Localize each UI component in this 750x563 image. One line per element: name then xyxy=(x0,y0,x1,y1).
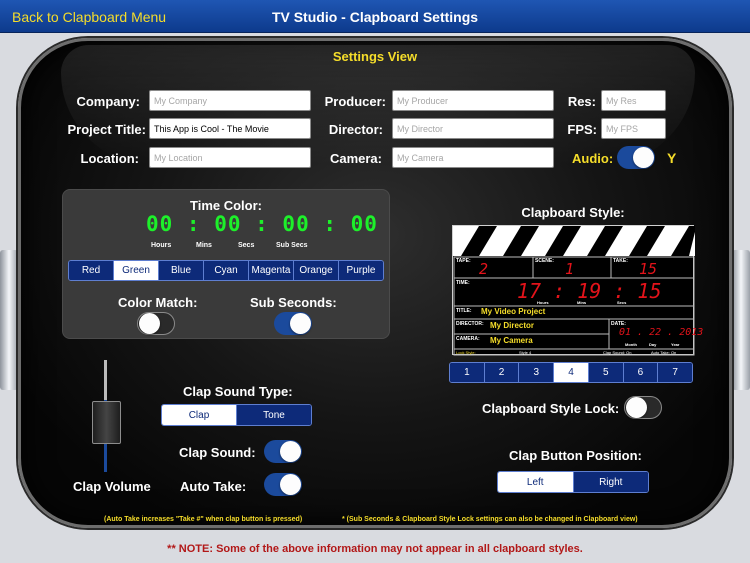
time-color-label: Time Color: xyxy=(190,198,262,213)
company-field[interactable] xyxy=(149,90,311,111)
preview-footer-lock: Lock Style: xyxy=(456,350,476,355)
preview-date-value: 01 . 22 . 2013 xyxy=(619,327,704,338)
res-label: Res: xyxy=(567,94,596,109)
style-option-5[interactable]: 5 xyxy=(587,363,623,382)
sub-seconds-toggle[interactable] xyxy=(274,312,312,335)
clap-sound-option-tone[interactable]: Tone xyxy=(236,405,311,425)
warning-note: ** NOTE: Some of the above information m… xyxy=(167,543,583,555)
preview-mins-unit: Mins xyxy=(577,300,587,305)
preview-day-unit: Day xyxy=(649,342,657,347)
back-to-clapboard-menu-button[interactable]: Back to Clapboard Menu xyxy=(12,9,166,25)
director-label: Director: xyxy=(328,122,383,137)
clapboard-style-lock-label: Clapboard Style Lock: xyxy=(482,401,620,416)
preview-director-label: DIRECTOR: xyxy=(456,321,484,327)
hours-unit-label: Hours xyxy=(151,242,172,249)
settings-view-title: Settings View xyxy=(332,49,418,64)
fps-field[interactable] xyxy=(601,118,666,139)
preview-take-label: TAKE: xyxy=(613,258,628,264)
auto-take-label: Auto Take: xyxy=(180,479,247,494)
preview-secs-unit: Secs xyxy=(617,300,627,305)
clap-sound-type-selector: Clap Tone xyxy=(161,404,312,426)
preview-take-value: 15 xyxy=(639,260,658,278)
style-option-7[interactable]: 7 xyxy=(657,363,692,382)
clapboard-style-selector: 1 2 3 4 5 6 7 xyxy=(449,362,693,383)
preview-tape-label: TAPE: xyxy=(456,258,471,264)
preview-month-unit: Month xyxy=(625,342,637,347)
clap-sound-toggle[interactable] xyxy=(264,440,302,463)
style-option-1[interactable]: 1 xyxy=(450,363,484,382)
company-label: Company: xyxy=(76,94,140,109)
auto-take-note: (Auto Take increases "Take #" when clap … xyxy=(104,516,303,523)
audio-indicator: Y xyxy=(667,150,677,166)
color-option-red[interactable]: Red xyxy=(69,261,113,280)
preview-title-label: TITLE: xyxy=(456,308,472,314)
location-label: Location: xyxy=(80,151,140,166)
color-option-purple[interactable]: Purple xyxy=(338,261,383,280)
clapboard-style-label: Clapboard Style: xyxy=(521,205,625,220)
style-option-4[interactable]: 4 xyxy=(553,363,588,382)
time-display: 00 : 00 : 00 : 00 xyxy=(146,212,378,236)
clap-position-option-right[interactable]: Right xyxy=(572,472,648,492)
producer-field[interactable] xyxy=(392,90,554,111)
audio-toggle[interactable] xyxy=(617,146,655,169)
tv-stand-right xyxy=(732,250,750,390)
subsecs-unit-label: Sub Secs xyxy=(276,242,308,249)
res-field[interactable] xyxy=(601,90,666,111)
fps-label: FPS: xyxy=(567,122,597,137)
preview-footer-auto-take: Auto Take: On xyxy=(651,350,677,355)
auto-take-toggle[interactable] xyxy=(264,473,302,496)
project-title-label: Project Title: xyxy=(67,122,146,137)
tv-stand-left xyxy=(0,250,18,390)
location-field[interactable] xyxy=(149,147,311,168)
project-title-field[interactable] xyxy=(149,118,311,139)
color-option-magenta[interactable]: Magenta xyxy=(248,261,293,280)
camera-field[interactable] xyxy=(392,147,554,168)
clap-volume-slider-track-upper xyxy=(104,360,107,400)
preview-year-unit: Year xyxy=(671,342,680,347)
color-option-orange[interactable]: Orange xyxy=(293,261,338,280)
color-option-cyan[interactable]: Cyan xyxy=(203,261,248,280)
sub-seconds-note: * (Sub Seconds & Clapboard Style Lock se… xyxy=(342,516,638,523)
camera-label: Camera: xyxy=(329,151,382,166)
color-option-green[interactable]: Green xyxy=(113,261,158,280)
preview-title-value: My Video Project xyxy=(481,307,546,316)
color-match-toggle[interactable] xyxy=(137,312,175,335)
clap-volume-label: Clap Volume xyxy=(73,479,151,494)
time-color-selector: Red Green Blue Cyan Magenta Orange Purpl… xyxy=(68,260,384,281)
preview-footer-clap-sound: Clap Sound: On xyxy=(603,350,632,355)
preview-camera-label: CAMERA: xyxy=(456,336,480,342)
color-match-label: Color Match: xyxy=(118,295,198,310)
clapboard-style-lock-toggle[interactable] xyxy=(624,396,662,419)
style-option-6[interactable]: 6 xyxy=(622,363,658,382)
clap-button-position-selector: Left Right xyxy=(497,471,649,493)
preview-footer-style: Style 4 xyxy=(519,350,532,355)
clap-sound-type-label: Clap Sound Type: xyxy=(183,384,293,399)
style-option-2[interactable]: 2 xyxy=(483,363,519,382)
navigation-bar: Back to Clapboard Menu TV Studio - Clapb… xyxy=(0,0,750,33)
clap-sound-option-clap[interactable]: Clap xyxy=(162,405,236,425)
preview-time-label: TIME: xyxy=(456,280,470,286)
style-option-3[interactable]: 3 xyxy=(518,363,554,382)
clap-sound-label: Clap Sound: xyxy=(179,445,256,460)
producer-label: Producer: xyxy=(324,94,386,109)
audio-label: Audio: xyxy=(572,151,614,166)
color-option-blue[interactable]: Blue xyxy=(158,261,203,280)
clap-volume-slider-thumb[interactable] xyxy=(92,401,121,444)
preview-tape-value: 2 xyxy=(479,260,489,278)
director-field[interactable] xyxy=(392,118,554,139)
preview-scene-label: SCENE: xyxy=(535,258,554,264)
preview-director-value: My Director xyxy=(490,321,535,330)
preview-scene-value: 1 xyxy=(565,260,575,278)
secs-unit-label: Secs xyxy=(238,242,255,249)
clapboard-style-preview: TAPE: 2 SCENE: 1 TAKE: 15 TIME: 17 : 19 … xyxy=(452,225,703,356)
clap-button-position-label: Clap Button Position: xyxy=(509,448,642,463)
sub-seconds-label: Sub Seconds: xyxy=(250,295,337,310)
preview-camera-value: My Camera xyxy=(490,336,533,345)
clap-position-option-left[interactable]: Left xyxy=(498,472,573,492)
mins-unit-label: Mins xyxy=(196,242,212,249)
preview-hours-unit: Hours xyxy=(537,300,549,305)
